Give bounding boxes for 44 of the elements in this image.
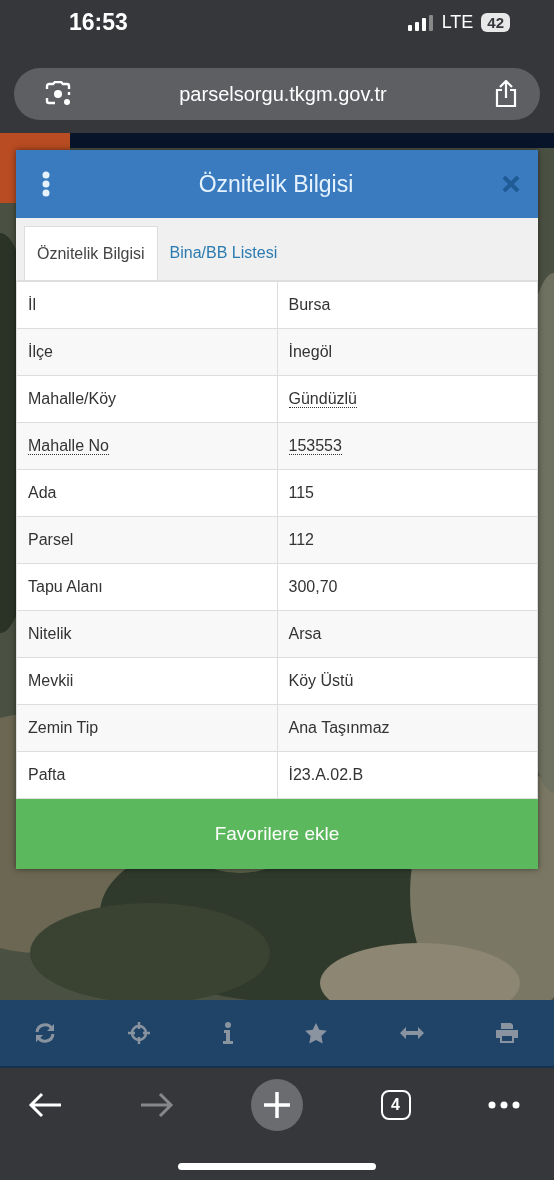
attribute-label: Zemin Tip [28,719,99,736]
attribute-value: 300,70 [288,578,338,595]
attribute-value: Arsa [288,625,322,642]
attribute-value: 115 [288,484,314,501]
info-icon[interactable] [222,1022,233,1044]
refresh-icon[interactable] [34,1022,56,1044]
url-text: parselsorgu.tkgm.gov.tr [178,82,388,106]
attribute-value: Gündüzlü [288,390,357,408]
attribute-value: Ana Taşınmaz [288,719,390,736]
back-icon[interactable] [28,1092,62,1118]
tab-count[interactable]: 4 [380,1090,411,1120]
more-icon[interactable] [488,1101,520,1109]
attribute-label: Mahalle/Köy [28,390,117,407]
attribute-value: İnegöl [288,343,333,360]
tab[interactable]: Öznitelik Bilgisi [24,226,158,280]
dialog-title: Öznitelik Bilgisi [197,170,355,198]
attribute-label: İl [28,296,36,313]
crosshair-icon[interactable] [128,1022,151,1044]
attribute-label: Parsel [28,531,74,548]
tab[interactable]: Bina/BB Listesi [157,226,290,280]
attribute-label: Ada [28,484,57,501]
attribute-label: Mahalle No [28,437,109,455]
attribute-value: İ23.A.02.B [288,766,364,783]
signal-icon [407,14,434,31]
plus-icon [264,1092,290,1118]
attribute-label: Mevkii [28,672,74,689]
battery-level: 42 [481,13,510,32]
star-icon[interactable] [305,1022,328,1044]
attribute-label: Tapu Alanı [28,578,103,595]
attribute-label: Nitelik [28,625,72,642]
attribute-value: 153553 [288,437,342,455]
attribute-value: Köy Üstü [288,672,354,689]
new-tab-button[interactable] [251,1079,303,1131]
print-icon[interactable] [495,1023,518,1043]
share-icon[interactable] [494,80,518,108]
camera-search-icon[interactable] [44,81,72,107]
network-type: LTE [441,12,474,33]
horizontal-arrows-icon[interactable] [399,1027,424,1039]
clock-time: 16:53 [69,9,129,36]
attribute-label: Pafta [28,766,66,783]
attribute-value: 112 [288,531,314,548]
address-bar[interactable]: parselsorgu.tkgm.gov.tr [14,68,540,120]
attribute-value: Bursa [288,296,331,313]
attribute-label: İlçe [28,343,53,360]
